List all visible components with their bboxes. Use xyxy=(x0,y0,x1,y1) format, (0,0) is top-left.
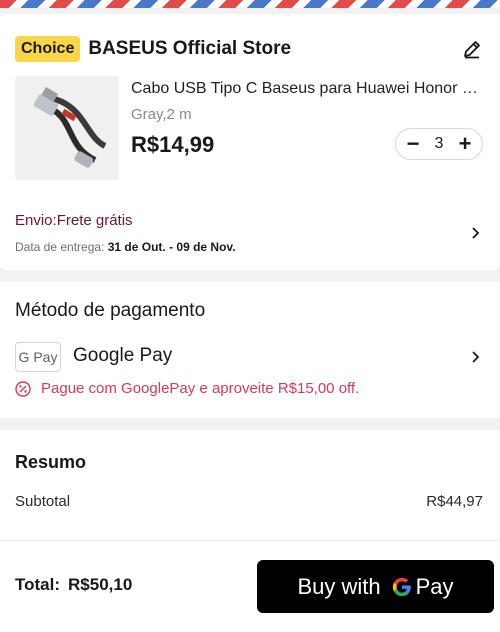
payment-method-name[interactable]: Google Pay xyxy=(73,345,172,367)
shipping-chevron-right-icon[interactable] xyxy=(470,226,480,240)
discount-icon xyxy=(15,380,31,397)
subtotal-value: R$44,97 xyxy=(426,493,483,510)
google-g-icon xyxy=(391,576,413,598)
choice-badge: Choice xyxy=(15,36,81,62)
airmail-border xyxy=(0,0,500,8)
total-value: R$50,10 xyxy=(68,575,133,594)
quantity-value[interactable]: 3 xyxy=(435,135,444,153)
google-pay-logo-icon: G Pay xyxy=(15,342,61,372)
checkout-bar: Total: R$50,10 Buy with Pay xyxy=(0,540,500,632)
summary-card: Resumo Subtotal R$44,97 xyxy=(0,430,500,540)
product-price: R$14,99 xyxy=(131,132,215,157)
delivery-date[interactable]: Data de entrega: 31 de Out. - 09 de Nov. xyxy=(15,240,236,254)
product-image[interactable] xyxy=(15,76,119,180)
buy-button-prefix: Buy with xyxy=(297,573,381,599)
order-total: Total: R$50,10 xyxy=(15,575,132,595)
store-card: Choice BASEUS Official Store Cabo USB Ti… xyxy=(0,14,500,270)
shipping-label[interactable]: Envio:Frete grátis xyxy=(15,212,133,229)
store-name[interactable]: BASEUS Official Store xyxy=(88,38,291,60)
buy-with-google-pay-button[interactable]: Buy with Pay xyxy=(257,560,494,613)
delivery-date-label: Data de entrega: xyxy=(15,240,108,254)
promo-text: Pague com GooglePay e aproveite R$15,00 … xyxy=(41,380,360,397)
decrement-button[interactable]: − xyxy=(404,133,422,155)
subtotal-label: Subtotal xyxy=(15,493,71,510)
payment-promo: Pague com GooglePay e aproveite R$15,00 … xyxy=(15,380,359,397)
product-title[interactable]: Cabo USB Tipo C Baseus para Huawei Honor… xyxy=(131,80,483,98)
increment-button[interactable]: + xyxy=(456,133,474,155)
payment-chevron-right-icon[interactable] xyxy=(470,350,480,364)
quantity-stepper: − 3 + xyxy=(395,128,483,160)
store-header: Choice BASEUS Official Store xyxy=(15,34,485,64)
delivery-date-range: 31 de Out. - 09 de Nov. xyxy=(107,240,236,254)
product-variant[interactable]: Gray,2 m xyxy=(131,106,192,123)
pencil-icon[interactable] xyxy=(461,38,483,60)
total-label: Total: xyxy=(15,575,61,594)
payment-method-card: Método de pagamento G Pay Google Pay Pag… xyxy=(0,282,500,418)
payment-section-title: Método de pagamento xyxy=(15,300,206,321)
buy-button-suffix: Pay xyxy=(415,573,454,599)
summary-title: Resumo xyxy=(15,452,87,472)
